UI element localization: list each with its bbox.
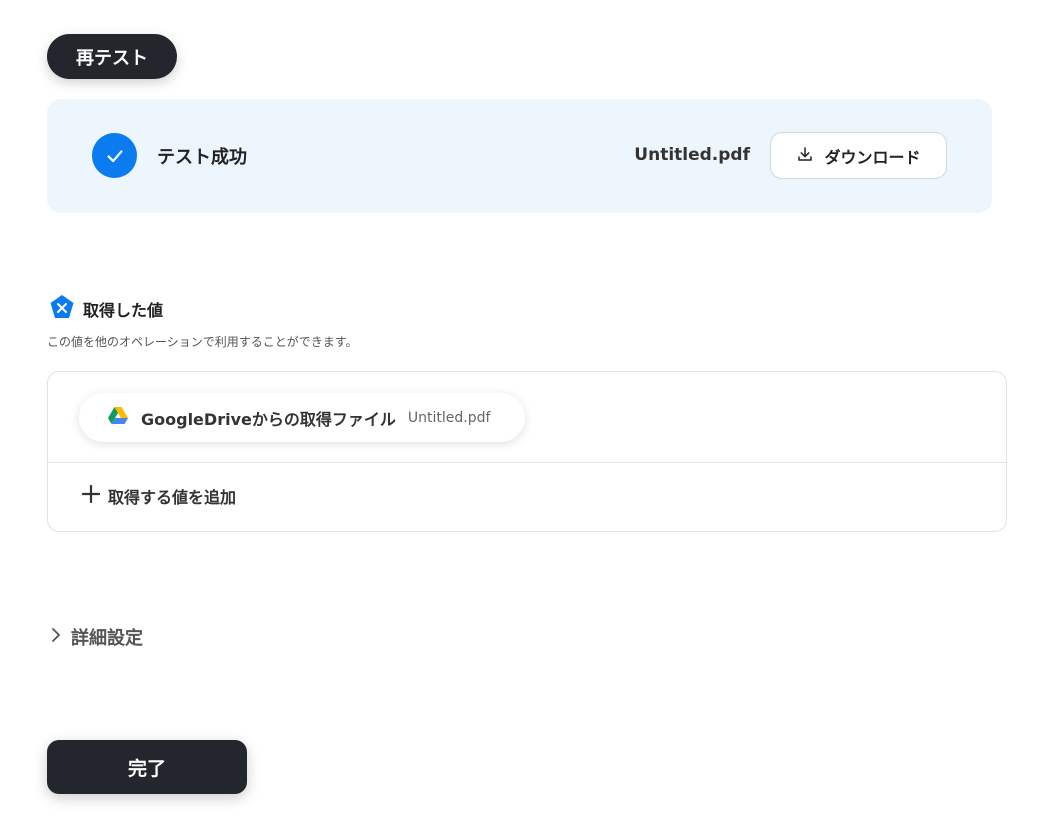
add-retrieved-value-button[interactable]: 取得する値を追加: [81, 484, 237, 508]
advanced-settings-toggle[interactable]: 詳細設定: [49, 624, 143, 650]
add-retrieved-value-label: 取得する値を追加: [108, 488, 237, 507]
test-result-panel: テスト成功 Untitled.pdf ダウンロード: [47, 99, 992, 213]
plus-icon: [81, 484, 101, 507]
retrieved-value-chip[interactable]: GoogleDriveからの取得ファイル Untitled.pdf: [79, 393, 525, 442]
google-drive-icon: [107, 406, 129, 430]
page: 再テスト テスト成功 Untitled.pdf ダウンロード 取得した値 この値…: [0, 0, 1047, 837]
check-icon: [92, 133, 137, 178]
download-icon: [796, 145, 814, 167]
retrieved-value-label: GoogleDriveからの取得ファイル: [141, 409, 396, 429]
divider: [48, 462, 1006, 463]
result-file-name: Untitled.pdf: [634, 145, 750, 165]
download-button[interactable]: ダウンロード: [770, 132, 947, 179]
advanced-settings-label: 詳細設定: [71, 628, 143, 649]
retrieved-values-list: GoogleDriveからの取得ファイル Untitled.pdf 取得する値を…: [47, 371, 1007, 532]
retrieved-values-title: 取得した値: [83, 301, 164, 320]
download-label: ダウンロード: [824, 147, 921, 167]
retrieved-value-sample: Untitled.pdf: [407, 409, 491, 426]
chevron-right-icon: [49, 626, 63, 649]
done-button[interactable]: 完了: [47, 740, 247, 794]
test-status-text: テスト成功: [157, 147, 247, 168]
variable-badge-icon: [49, 294, 75, 324]
retrieved-values-description: この値を他のオペレーションで利用することができます。: [47, 335, 358, 349]
retrieved-values-heading: 取得した値: [49, 294, 163, 324]
retest-button[interactable]: 再テスト: [47, 34, 177, 79]
